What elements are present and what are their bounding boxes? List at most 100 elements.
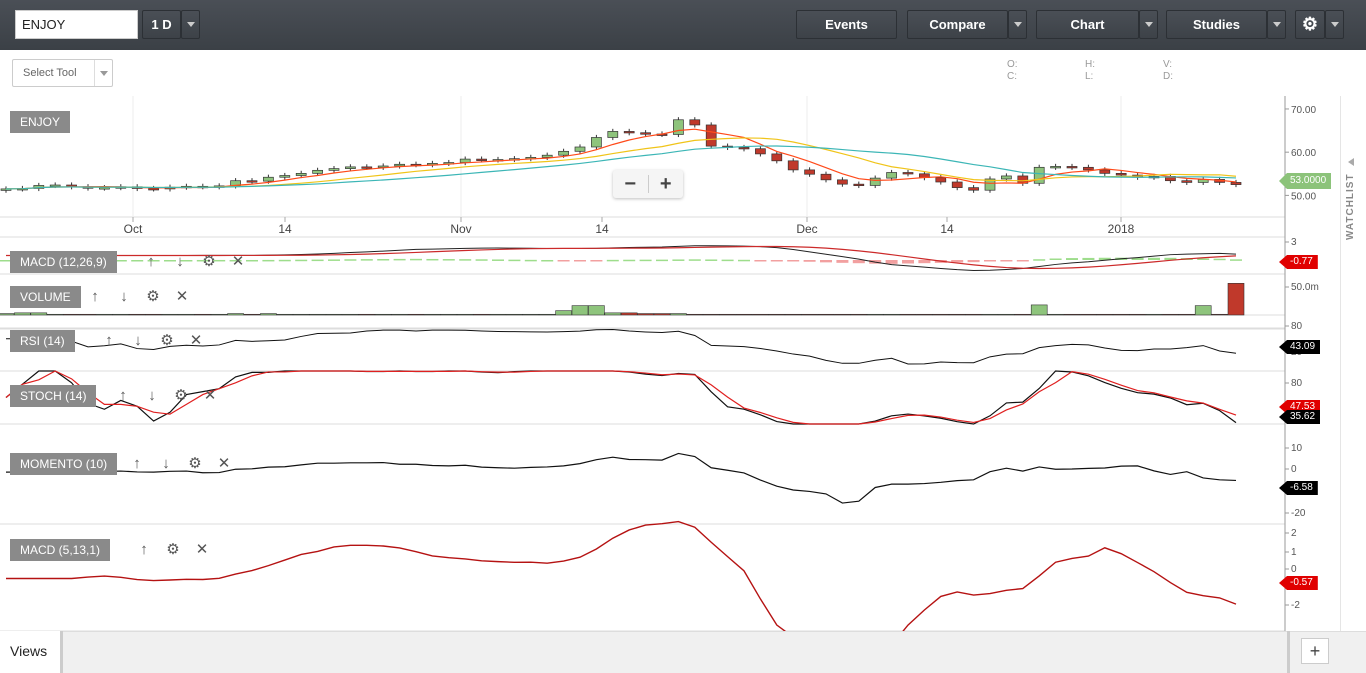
- volume-bar: [440, 313, 458, 316]
- candle-down: [820, 173, 832, 181]
- add-view-button[interactable]: +: [1301, 638, 1329, 664]
- zoom-out-button[interactable]: −: [613, 173, 648, 196]
- gear-icon[interactable]: ⚙: [202, 254, 216, 270]
- chevron-down-icon[interactable]: [94, 60, 112, 86]
- gear-icon[interactable]: ⚙: [146, 289, 160, 305]
- candle-up: [345, 166, 356, 169]
- gear-icon[interactable]: ⚙: [188, 456, 202, 472]
- top-toolbar: [0, 0, 1366, 50]
- macd-line: [6, 245, 1237, 271]
- volume-bar: [1194, 305, 1212, 316]
- candle-down: [1115, 173, 1127, 176]
- volume-bar: [1129, 313, 1146, 316]
- candle-up: [279, 175, 291, 178]
- study-panel-label: STOCH (14): [10, 385, 97, 407]
- volume-bar: [1178, 313, 1196, 316]
- arrow-up-icon[interactable]: ↑: [130, 456, 144, 472]
- candle-down: [804, 169, 815, 175]
- gear-icon[interactable]: ⚙: [174, 388, 188, 404]
- candle-down: [148, 188, 159, 191]
- arrow-down-icon[interactable]: ↓: [145, 388, 159, 404]
- macd-histogram-bar: [524, 259, 537, 262]
- arrow-down-icon[interactable]: ↓: [159, 456, 173, 472]
- gear-icon[interactable]: ⚙: [166, 542, 180, 558]
- volume-bar: [588, 305, 605, 316]
- macd-histogram-bar: [492, 259, 504, 261]
- symbol-input[interactable]: [15, 10, 138, 39]
- volume-bar: [998, 313, 1015, 316]
- volume-bar: [473, 313, 490, 316]
- candle-down: [361, 166, 373, 169]
- x-tick-label: 2018: [1108, 222, 1135, 236]
- views-tab[interactable]: Views: [0, 631, 63, 673]
- volume-bar: [391, 313, 408, 316]
- close-icon[interactable]: ✕: [189, 333, 203, 349]
- chart-caret[interactable]: [1139, 10, 1158, 39]
- macd-histogram-bar: [541, 259, 554, 262]
- arrow-up-icon[interactable]: ↑: [116, 388, 130, 404]
- settings-button[interactable]: ⚙: [1295, 10, 1325, 39]
- close-icon[interactable]: ✕: [217, 456, 231, 472]
- period-button[interactable]: 1 D: [142, 10, 181, 39]
- sub-toolbar: [0, 50, 1366, 96]
- arrow-up-icon[interactable]: ↑: [102, 333, 116, 349]
- x-tick-label: 14: [278, 222, 292, 236]
- watchlist-label[interactable]: WATCHLIST: [1345, 173, 1356, 240]
- arrow-up-icon[interactable]: ↑: [144, 254, 158, 270]
- compare-caret[interactable]: [1008, 10, 1027, 39]
- candle-up: [312, 169, 323, 174]
- zoom-in-button[interactable]: +: [649, 173, 684, 196]
- study-value-tag: 43.09: [1279, 340, 1321, 354]
- period-caret[interactable]: [181, 10, 200, 39]
- events-button[interactable]: Events: [796, 10, 897, 39]
- compare-button[interactable]: Compare: [907, 10, 1008, 39]
- macd-histogram-bar: [1066, 258, 1078, 260]
- arrow-down-icon[interactable]: ↓: [131, 333, 145, 349]
- settings-caret[interactable]: [1325, 10, 1344, 39]
- volume-bar: [424, 313, 441, 316]
- arrow-up-icon[interactable]: ↑: [88, 289, 102, 305]
- study-panel-label: MOMENTO (10): [10, 453, 118, 475]
- select-tool-dropdown[interactable]: Select Tool: [12, 59, 113, 87]
- volume-bar: [292, 313, 310, 316]
- close-icon[interactable]: ✕: [195, 542, 209, 558]
- volume-bar: [965, 313, 982, 316]
- volume-bar: [342, 313, 359, 316]
- y-tick-label: -2: [1291, 600, 1300, 611]
- macd-histogram-bar: [377, 259, 390, 261]
- chevron-left-icon[interactable]: [1348, 158, 1354, 166]
- macd-histogram-bar: [721, 259, 734, 262]
- y-tick-label: 70.00: [1291, 105, 1316, 116]
- macd-histogram-bar: [672, 259, 685, 261]
- candle-down: [1230, 182, 1242, 185]
- close-icon[interactable]: ✕: [203, 388, 217, 404]
- studies-caret[interactable]: [1267, 10, 1286, 39]
- close-icon[interactable]: ✕: [175, 289, 189, 305]
- macd-histogram-bar: [1049, 258, 1062, 260]
- volume-bar: [1047, 313, 1064, 316]
- macd-histogram-bar: [459, 259, 472, 261]
- macd-histogram-bar: [574, 260, 586, 262]
- arrow-up-icon[interactable]: ↑: [137, 542, 151, 558]
- close-icon[interactable]: ✕: [231, 254, 245, 270]
- macd-histogram-bar: [1016, 260, 1029, 262]
- candle-up: [574, 146, 586, 152]
- chart-button[interactable]: Chart: [1036, 10, 1139, 39]
- studies-button[interactable]: Studies: [1166, 10, 1267, 39]
- bottom-bar: [0, 631, 1366, 673]
- volume-bar: [784, 313, 802, 316]
- gear-icon[interactable]: ⚙: [160, 333, 174, 349]
- volume-bar: [276, 313, 294, 316]
- volume-bar: [883, 313, 900, 316]
- y-tick-label: 3: [1291, 237, 1297, 248]
- candle-down: [705, 124, 717, 147]
- high-label: H:: [1085, 59, 1095, 70]
- volume-bar: [850, 313, 868, 316]
- candle-down: [935, 177, 947, 183]
- study-panel-label: MACD (12,26,9): [10, 251, 117, 273]
- arrow-down-icon[interactable]: ↓: [117, 289, 131, 305]
- volume-bar: [506, 313, 523, 316]
- arrow-down-icon[interactable]: ↓: [173, 254, 187, 270]
- candle-down: [738, 147, 750, 150]
- macd-histogram-bar: [787, 260, 800, 262]
